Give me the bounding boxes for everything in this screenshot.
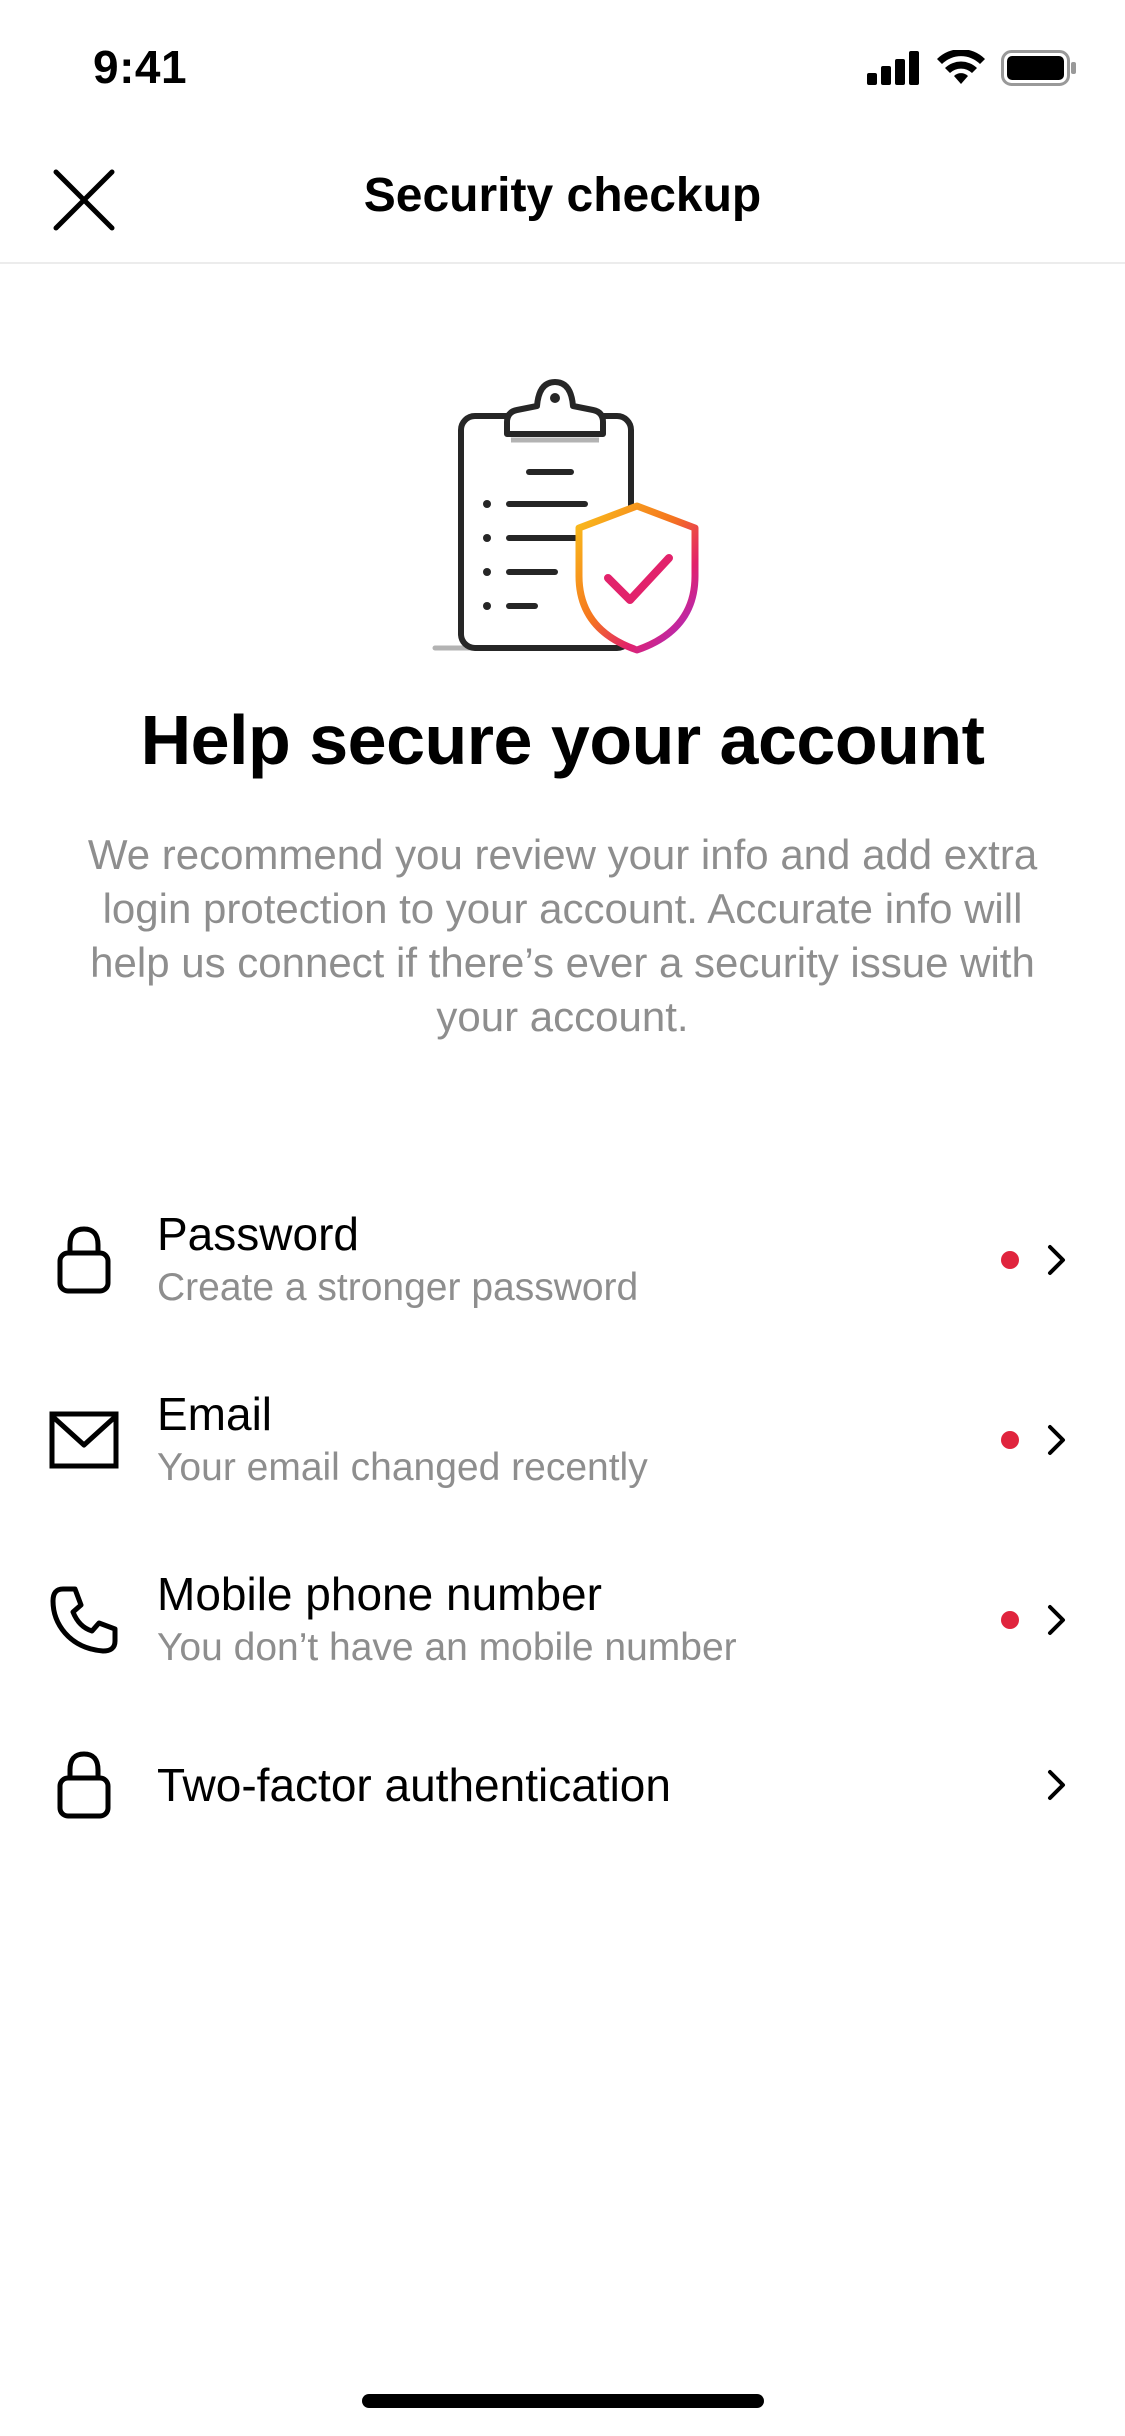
status-time: 9:41 <box>93 41 188 93</box>
email-text: Email Your email changed recently <box>157 1386 945 1494</box>
two-factor-text: Two-factor authentication <box>157 1757 945 1813</box>
alert-dot <box>1001 1251 1019 1269</box>
mobile-phone-row[interactable]: Mobile phone number You don’t have an mo… <box>0 1530 1125 1710</box>
cellular-signal-icon <box>867 51 921 85</box>
mail-icon <box>44 1400 124 1480</box>
two-factor-row[interactable]: Two-factor authentication <box>0 1710 1125 1860</box>
password-text: Password Create a stronger password <box>157 1206 945 1314</box>
nav-bar: Security checkup <box>0 132 1125 264</box>
row-title: Email <box>157 1388 273 1440</box>
chevron-right-icon <box>1037 1600 1077 1640</box>
lock-icon <box>44 1220 124 1300</box>
row-title: Two-factor authentication <box>157 1759 671 1811</box>
alert-dot <box>1001 1611 1019 1629</box>
status-icons <box>867 50 1077 86</box>
email-row[interactable]: Email Your email changed recently <box>0 1350 1125 1530</box>
lock-icon <box>44 1745 124 1825</box>
chevron-right-icon <box>1037 1765 1077 1805</box>
security-list: Password Create a stronger password Emai… <box>0 1170 1125 1860</box>
row-subtitle: Your email changed recently <box>157 1446 648 1489</box>
description: We recommend you review your info and ad… <box>87 831 1038 1040</box>
mobile-phone-text: Mobile phone number You don’t have an mo… <box>157 1566 945 1674</box>
phone-icon <box>44 1580 124 1660</box>
status-bar: 9:41 <box>0 0 1125 132</box>
chevron-right-icon <box>1037 1420 1077 1460</box>
chevron-right-icon <box>1037 1240 1077 1280</box>
password-row[interactable]: Password Create a stronger password <box>0 1170 1125 1350</box>
home-indicator[interactable] <box>362 2394 764 2408</box>
row-title: Mobile phone number <box>157 1568 602 1620</box>
headline: Help secure your account <box>140 701 985 779</box>
row-title: Password <box>157 1208 359 1260</box>
row-subtitle: You don’t have an mobile number <box>157 1626 737 1669</box>
page-title: Security checkup <box>363 169 762 222</box>
clipboard-shield-check-icon <box>425 372 715 662</box>
battery-icon <box>1001 50 1077 86</box>
wifi-icon <box>937 50 985 86</box>
alert-dot <box>1001 1431 1019 1449</box>
row-subtitle: Create a stronger password <box>157 1266 639 1309</box>
